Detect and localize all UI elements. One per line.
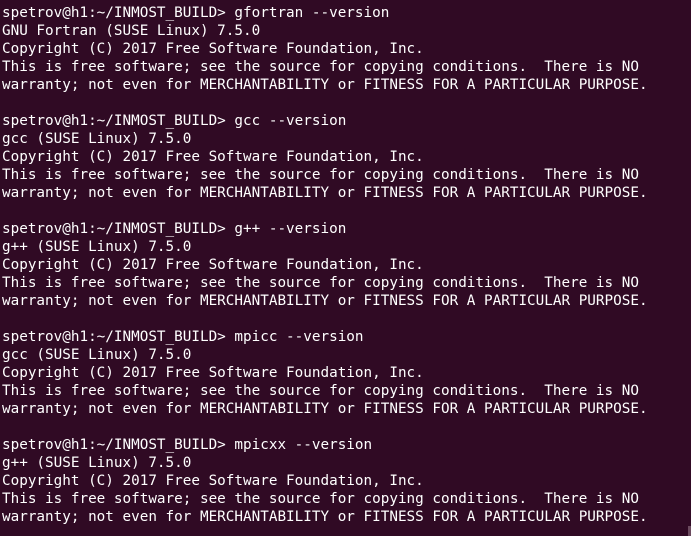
output-line: g++ (SUSE Linux) 7.5.0	[2, 239, 192, 255]
output-line: warranty; not even for MERCHANTABILITY o…	[2, 77, 648, 93]
command-prompt: spetrov@h1:~/INMOST_BUILD> mpicxx --vers…	[2, 437, 373, 453]
command-prompt: spetrov@h1:~/INMOST_BUILD> g++ --version	[2, 221, 347, 237]
output-line: warranty; not even for MERCHANTABILITY o…	[2, 401, 648, 417]
output-line: g++ (SUSE Linux) 7.5.0	[2, 455, 192, 471]
output-line: This is free software; see the source fo…	[2, 275, 639, 291]
terminal-window[interactable]: spetrov@h1:~/INMOST_BUILD> gfortran --ve…	[0, 0, 691, 536]
output-line: Copyright (C) 2017 Free Software Foundat…	[2, 473, 424, 489]
output-line: warranty; not even for MERCHANTABILITY o…	[2, 185, 648, 201]
command-prompt: spetrov@h1:~/INMOST_BUILD> gfortran --ve…	[2, 5, 390, 21]
command-prompt: spetrov@h1:~/INMOST_BUILD> mpicc --versi…	[2, 329, 364, 345]
output-line: This is free software; see the source fo…	[2, 59, 639, 75]
output-line: This is free software; see the source fo…	[2, 383, 639, 399]
output-line: warranty; not even for MERCHANTABILITY o…	[2, 293, 648, 309]
output-line: Copyright (C) 2017 Free Software Foundat…	[2, 149, 424, 165]
output-line: gcc (SUSE Linux) 7.5.0	[2, 131, 192, 147]
output-line: warranty; not even for MERCHANTABILITY o…	[2, 509, 648, 525]
output-line: Copyright (C) 2017 Free Software Foundat…	[2, 41, 424, 57]
terminal-output: spetrov@h1:~/INMOST_BUILD> gfortran --ve…	[2, 4, 691, 526]
output-line: Copyright (C) 2017 Free Software Foundat…	[2, 257, 424, 273]
output-line: Copyright (C) 2017 Free Software Foundat…	[2, 365, 424, 381]
output-line: This is free software; see the source fo…	[2, 491, 639, 507]
output-line: GNU Fortran (SUSE Linux) 7.5.0	[2, 23, 261, 39]
command-prompt: spetrov@h1:~/INMOST_BUILD> gcc --version	[2, 113, 347, 129]
scrollbar[interactable]	[687, 0, 691, 536]
output-line: This is free software; see the source fo…	[2, 167, 639, 183]
output-line: gcc (SUSE Linux) 7.5.0	[2, 347, 192, 363]
